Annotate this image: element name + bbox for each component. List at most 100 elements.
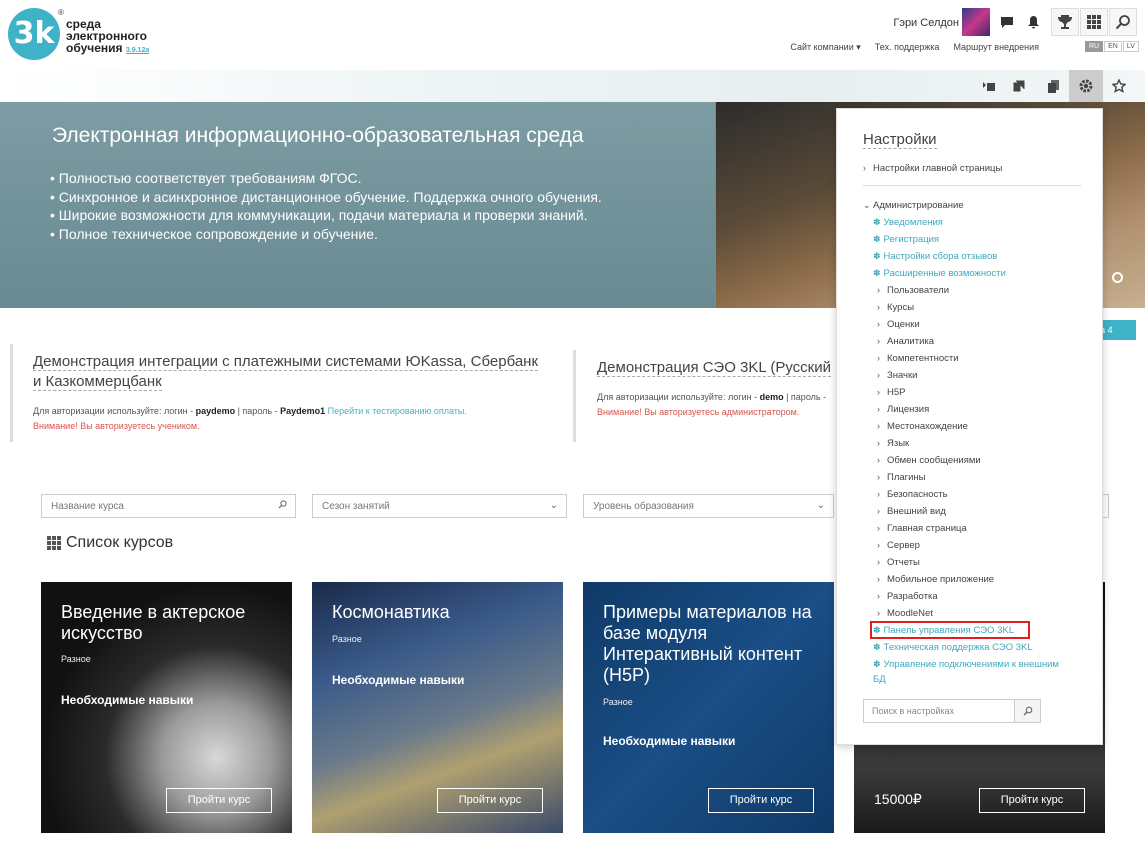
item-label: Внешний вид: [887, 506, 946, 517]
course-card[interactable]: Космонавтика Разное Необходимые навыки П…: [312, 582, 563, 833]
admin-section-development[interactable]: › Разработка: [877, 591, 938, 602]
gear-icon: ✽: [873, 234, 881, 244]
avatar[interactable]: [962, 8, 990, 36]
documents-icon[interactable]: [1040, 75, 1066, 97]
nav-company-site[interactable]: Сайт компании ▾: [790, 42, 860, 53]
admin-section-grades[interactable]: › Оценки: [877, 319, 920, 330]
item-label: Оценки: [887, 319, 920, 330]
lang-ru[interactable]: RU: [1085, 41, 1104, 52]
admin-section-location[interactable]: › Местонахождение: [877, 421, 968, 432]
chevron-right-icon: ›: [877, 421, 880, 431]
admin-link-3kl-control-panel[interactable]: ✽ Панель управления СЭО 3KL: [873, 625, 1014, 636]
demo-title[interactable]: Демонстрация интеграции с платежными сис…: [33, 353, 539, 391]
demo-title[interactable]: Демонстрация СЭО 3KL (Русский: [597, 359, 831, 377]
admin-link-advanced-features[interactable]: ✽ Расширенные возможности: [873, 268, 1006, 279]
user-name[interactable]: Гэри Селдон: [893, 17, 959, 29]
item-label: Уведомления: [883, 217, 943, 228]
course-card[interactable]: Введение в актерское искусство Разное Не…: [41, 582, 292, 833]
apps-grid-icon[interactable]: [1080, 8, 1108, 36]
gear-icon: ✽: [873, 625, 881, 635]
course-skills: Необходимые навыки: [603, 734, 736, 748]
admin-section-language[interactable]: › Язык: [877, 438, 909, 449]
admin-section-mobile-app[interactable]: › Мобильное приложение: [877, 574, 994, 585]
carousel-dot[interactable]: [1112, 272, 1123, 283]
settings-search-button[interactable]: [1014, 699, 1041, 723]
star-icon[interactable]: [1106, 75, 1132, 97]
admin-section-badges[interactable]: › Значки: [877, 370, 917, 381]
chevron-right-icon: ›: [863, 163, 866, 173]
settings-gear-icon[interactable]: [1069, 70, 1103, 102]
admin-section-courses[interactable]: › Курсы: [877, 302, 914, 313]
search-icon: [278, 500, 287, 512]
auth-prefix: Для авторизации используйте: логин -: [597, 392, 760, 402]
nav-implementation-route[interactable]: Маршрут внедрения: [953, 42, 1039, 53]
take-course-button[interactable]: Пройти курс: [166, 788, 272, 813]
admin-section-front-page[interactable]: › Главная страница: [877, 523, 967, 534]
admin-section-analytics[interactable]: › Аналитика: [877, 336, 934, 347]
notifications-icon[interactable]: [1019, 8, 1047, 36]
take-course-button[interactable]: Пройти курс: [708, 788, 814, 813]
chevron-right-icon: ›: [877, 523, 880, 533]
admin-section-messaging[interactable]: › Обмен сообщениями: [877, 455, 981, 466]
search-icon[interactable]: [1109, 8, 1137, 36]
course-name-search-input[interactable]: Название курса: [41, 494, 296, 518]
level-select[interactable]: Уровень образования ⌄: [583, 494, 834, 518]
admin-section-server[interactable]: › Сервер: [877, 540, 920, 551]
site-logo[interactable]: 3k ® среда электронного обучения 3.9.12a: [8, 8, 158, 64]
dock-icon[interactable]: [976, 75, 1002, 97]
admin-link-external-db[interactable]: ✽ Управление подключениями к внешним: [873, 659, 1059, 670]
admin-section-appearance[interactable]: › Внешний вид: [877, 506, 946, 517]
trophy-icon[interactable]: [1051, 8, 1079, 36]
item-label: Курсы: [887, 302, 915, 313]
chevron-right-icon: ›: [877, 336, 880, 346]
admin-section-competencies[interactable]: › Компетентности: [877, 353, 959, 364]
chevron-right-icon: ›: [877, 302, 880, 312]
level-select-value: Уровень образования: [593, 501, 694, 512]
admin-section-moodlenet[interactable]: › MoodleNet: [877, 608, 933, 619]
admin-section-reports[interactable]: › Отчеты: [877, 557, 920, 568]
payment-test-link[interactable]: Перейти к тестированию оплаты.: [325, 406, 467, 416]
admin-link-3kl-support[interactable]: ✽ Техническая поддержка СЭО 3KL: [873, 642, 1033, 653]
item-label: Мобильное приложение: [887, 574, 995, 585]
language-switcher: RU EN LV: [1085, 41, 1139, 52]
item-label: Аналитика: [887, 336, 935, 347]
divider: [863, 185, 1081, 186]
course-title[interactable]: Введение в актерское искусство: [61, 602, 280, 644]
logo-text: среда электронного обучения 3.9.12a: [66, 18, 149, 57]
take-course-button[interactable]: Пройти курс: [979, 788, 1085, 813]
item-label: Расширенные возможности: [883, 268, 1006, 279]
course-card[interactable]: Примеры материалов на базе модуля Интера…: [583, 582, 834, 833]
page-edit-icon[interactable]: [1006, 75, 1032, 97]
admin-link-feedback-settings[interactable]: ✽ Настройки сбора отзывов: [873, 251, 997, 262]
chevron-right-icon: ›: [877, 319, 880, 329]
pass-prefix: | пароль -: [235, 406, 281, 416]
front-page-settings-item[interactable]: › Настройки главной страницы: [863, 163, 1002, 174]
chevron-right-icon: ›: [877, 591, 880, 601]
admin-section-license[interactable]: › Лицензия: [877, 404, 929, 415]
messages-icon[interactable]: [993, 8, 1021, 36]
admin-link-external-db-cont[interactable]: БД: [873, 674, 886, 685]
hero-bullet: Синхронное и асинхронное дистанционное о…: [50, 188, 602, 207]
nav-tech-support[interactable]: Тех. поддержка: [875, 42, 940, 53]
demo-credentials: Для авторизации используйте: логин - dem…: [597, 390, 835, 405]
demo-block-3kl: Демонстрация СЭО 3KL (Русский Для автори…: [573, 350, 835, 442]
course-title[interactable]: Космонавтика: [332, 602, 551, 623]
demo-warning: Внимание! Вы авторизуетесь учеником.: [33, 421, 200, 431]
chevron-down-icon: ⌄: [816, 500, 825, 511]
admin-link-notifications[interactable]: ✽ Уведомления: [873, 217, 943, 228]
administration-item[interactable]: ⌄ Администрирование: [863, 200, 964, 211]
admin-section-plugins[interactable]: › Плагины: [877, 472, 926, 483]
course-title[interactable]: Примеры материалов на базе модуля Интера…: [603, 602, 822, 686]
admin-section-users[interactable]: › Пользователи: [877, 285, 949, 296]
admin-section-h5p[interactable]: › H5P: [877, 387, 905, 398]
item-label: Значки: [887, 370, 918, 381]
admin-section-security[interactable]: › Безопасность: [877, 489, 948, 500]
lang-en[interactable]: EN: [1104, 41, 1122, 52]
hero-title: Электронная информационно-образовательна…: [52, 124, 584, 147]
admin-link-registration[interactable]: ✽ Регистрация: [873, 234, 939, 245]
lang-lv[interactable]: LV: [1122, 41, 1139, 52]
item-label: Главная страница: [887, 523, 967, 534]
item-label: Обмен сообщениями: [887, 455, 981, 466]
season-select[interactable]: Сезон занятий ⌄: [312, 494, 567, 518]
take-course-button[interactable]: Пройти курс: [437, 788, 543, 813]
